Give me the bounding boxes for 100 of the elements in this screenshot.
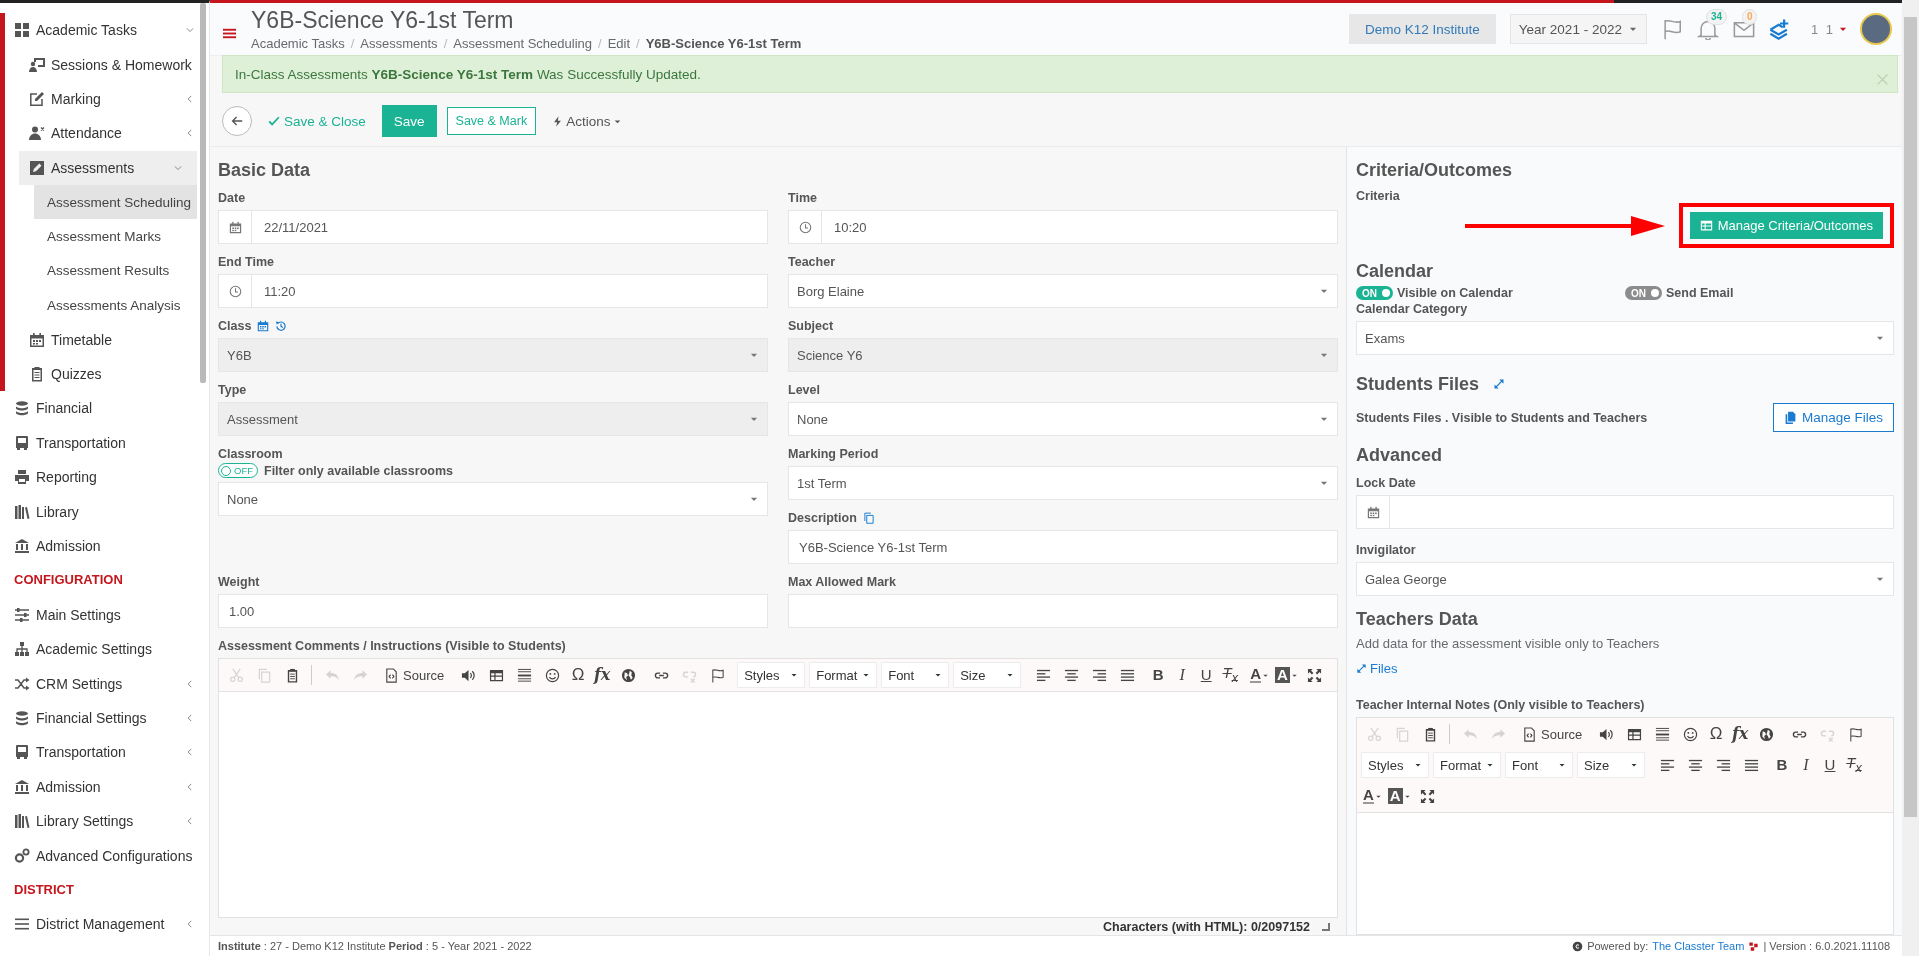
- toolbar-dropdown[interactable]: Format: [809, 662, 878, 688]
- chevron-left-icon[interactable]: [185, 781, 195, 792]
- toolbar-dropdown[interactable]: Format: [1433, 752, 1501, 778]
- nav-item[interactable]: Admission: [0, 528, 209, 564]
- formula-button[interactable]: fx: [1729, 722, 1752, 746]
- bold-button[interactable]: B: [1147, 663, 1170, 687]
- nav-item[interactable]: Financial Settings: [0, 700, 209, 736]
- nav-item[interactable]: Academic Tasks: [5, 13, 209, 48]
- special-character-button[interactable]: Ω: [1705, 722, 1728, 746]
- nav-item[interactable]: Assessment Results: [34, 253, 197, 289]
- background-color-button[interactable]: A: [1273, 663, 1300, 687]
- breadcrumb-link[interactable]: Academic Tasks: [251, 36, 345, 51]
- flag-icon[interactable]: [1847, 726, 1863, 742]
- align-left-icon[interactable]: [1659, 757, 1675, 773]
- horizontal-lines-icon[interactable]: [1654, 726, 1670, 742]
- text-color-button[interactable]: A: [1361, 784, 1384, 808]
- globe-icon[interactable]: [620, 667, 636, 683]
- horizontal-lines-icon[interactable]: [516, 667, 532, 683]
- avatar[interactable]: [1860, 13, 1892, 45]
- files-link[interactable]: Files: [1356, 661, 1398, 676]
- time-field[interactable]: 10:20: [788, 210, 1338, 244]
- nav-item[interactable]: Assessments: [19, 150, 197, 185]
- nav-item[interactable]: Main Settings: [0, 597, 209, 633]
- smiley-icon[interactable]: [1682, 726, 1698, 742]
- nav-item[interactable]: Academic Settings: [0, 632, 209, 667]
- nav-item[interactable]: Quizzes: [5, 356, 209, 392]
- dropdown-field[interactable]: None: [788, 402, 1338, 436]
- actions-dropdown[interactable]: Actions: [546, 112, 629, 130]
- expand-icon[interactable]: [1493, 378, 1506, 390]
- breadcrumb-link[interactable]: Assessment Scheduling: [453, 36, 592, 51]
- resize-handle[interactable]: [1322, 922, 1330, 931]
- toolbar-dropdown[interactable]: Size: [953, 662, 1022, 688]
- breadcrumb-link[interactable]: Assessments: [360, 36, 438, 51]
- nav-item[interactable]: Timetable: [5, 322, 209, 357]
- align-center-icon[interactable]: [1687, 757, 1703, 773]
- justify-icon[interactable]: [1743, 757, 1759, 773]
- chevron-left-icon[interactable]: [185, 747, 195, 758]
- nav-item[interactable]: Assessments Analysis: [34, 288, 197, 323]
- globe-icon[interactable]: [1758, 726, 1774, 742]
- toolbar-dropdown[interactable]: Styles: [1361, 752, 1429, 778]
- underline-button[interactable]: U: [1819, 753, 1841, 777]
- flag-icon[interactable]: [709, 667, 725, 683]
- nav-item[interactable]: Assessment Scheduling: [34, 184, 197, 220]
- maximize-icon[interactable]: [1420, 788, 1436, 804]
- time-field[interactable]: 11:20: [218, 274, 768, 308]
- nav-item[interactable]: Marking: [5, 81, 209, 117]
- table-icon[interactable]: [1626, 726, 1642, 742]
- toolbar-dropdown[interactable]: Font: [881, 662, 950, 688]
- text-field[interactable]: 1.00: [218, 594, 768, 628]
- toolbar-dropdown[interactable]: Font: [1505, 752, 1573, 778]
- manage-files-button[interactable]: Manage Files: [1772, 403, 1894, 432]
- speaker-icon[interactable]: [1598, 726, 1614, 742]
- nav-item[interactable]: Reporting: [0, 460, 209, 495]
- dropdown-field[interactable]: Borg Elaine: [788, 274, 1338, 308]
- source-button[interactable]: Source: [1518, 722, 1587, 746]
- chevron-left-icon[interactable]: [185, 128, 195, 139]
- smiley-icon[interactable]: [544, 667, 560, 683]
- align-right-icon[interactable]: [1715, 757, 1731, 773]
- align-center-icon[interactable]: [1063, 667, 1079, 683]
- italic-button[interactable]: I: [1171, 663, 1194, 687]
- chevron-left-icon[interactable]: [185, 678, 195, 689]
- toolbar-dropdown[interactable]: Styles: [737, 662, 806, 688]
- chevron-left-icon[interactable]: [185, 93, 195, 104]
- text-field[interactable]: [788, 594, 1338, 628]
- bell-icon[interactable]: [1696, 18, 1719, 40]
- scrollbar[interactable]: [1902, 0, 1919, 956]
- nav-item[interactable]: Assessment Marks: [34, 219, 197, 254]
- nav-item[interactable]: Library Settings: [0, 804, 209, 839]
- chevron-left-icon[interactable]: [185, 919, 195, 930]
- toolbar-dropdown[interactable]: Size: [1577, 752, 1645, 778]
- dropdown-field[interactable]: Exams: [1356, 321, 1894, 355]
- source-button[interactable]: Source: [380, 663, 449, 687]
- dropdown-field[interactable]: None: [218, 482, 768, 516]
- chevron-left-icon[interactable]: [185, 713, 195, 723]
- layers-plus-icon[interactable]: [1768, 18, 1791, 40]
- align-right-icon[interactable]: [1091, 667, 1107, 683]
- nav-item[interactable]: Attendance: [5, 116, 209, 151]
- dropdown-field[interactable]: Galea George: [1356, 562, 1894, 596]
- nav-item[interactable]: Financial: [0, 391, 209, 426]
- nav-item[interactable]: CRM Settings: [0, 666, 209, 701]
- back-button[interactable]: [222, 106, 252, 136]
- nav-item[interactable]: Transportation: [0, 735, 209, 770]
- year-dropdown[interactable]: Year 2021 - 2022: [1509, 14, 1647, 44]
- justify-icon[interactable]: [1119, 667, 1135, 683]
- dropdown-field[interactable]: 1st Term: [788, 466, 1338, 500]
- team-link[interactable]: The Classter Team: [1652, 940, 1745, 952]
- nav-item[interactable]: District Management: [0, 907, 209, 942]
- copy-icon[interactable]: [862, 512, 875, 524]
- table-icon[interactable]: [488, 667, 504, 683]
- institute-button[interactable]: Demo K12 Institute: [1349, 14, 1496, 44]
- nav-item[interactable]: Library: [0, 494, 209, 529]
- align-left-icon[interactable]: [1035, 667, 1051, 683]
- breadcrumb-link[interactable]: Edit: [607, 36, 631, 51]
- history-icon[interactable]: [275, 320, 288, 332]
- background-color-button[interactable]: A: [1385, 784, 1413, 808]
- text-field[interactable]: Y6B-Science Y6-1st Term: [788, 530, 1338, 564]
- formula-button[interactable]: fx: [591, 663, 614, 687]
- italic-button[interactable]: I: [1795, 753, 1817, 777]
- text-color-button[interactable]: A: [1248, 663, 1272, 687]
- maximize-icon[interactable]: [1307, 667, 1323, 683]
